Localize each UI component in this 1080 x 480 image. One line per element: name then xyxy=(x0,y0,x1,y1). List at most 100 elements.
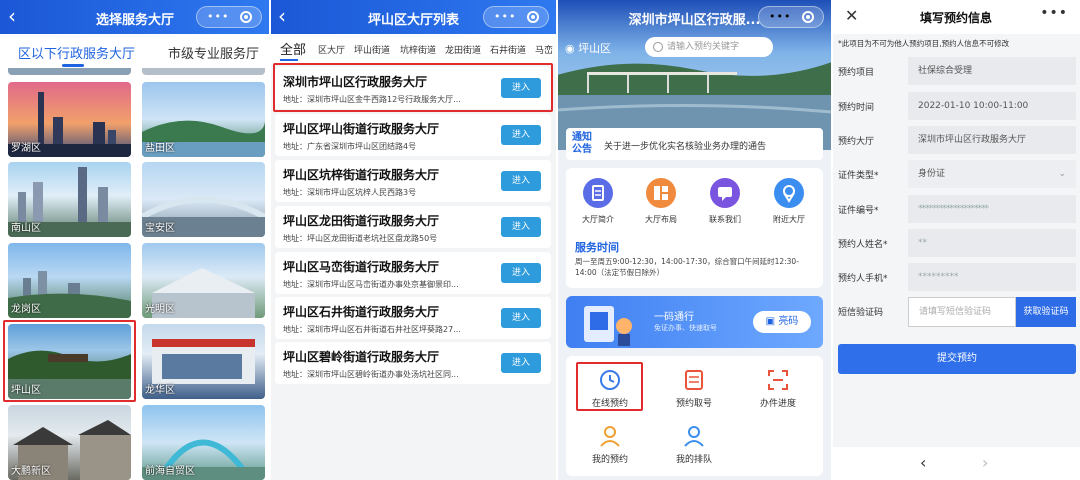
show-code-label: 亮码 xyxy=(778,316,799,327)
close-target-icon[interactable] xyxy=(527,11,539,23)
district-label: 大鹏新区 xyxy=(11,466,51,477)
quick-item-layout[interactable]: 大厅布局 xyxy=(636,178,686,225)
grid-item-label: 预约取号 xyxy=(675,399,712,409)
sms-code-input[interactable]: 请填写短信验证码 xyxy=(908,297,1016,327)
district-card-partial xyxy=(8,68,131,75)
people-icon xyxy=(654,424,734,448)
district-card-dapeng[interactable]: 大鹏新区 xyxy=(8,405,131,480)
close-target-icon[interactable] xyxy=(240,11,252,23)
search-input[interactable]: 请输入预约关键字 xyxy=(645,37,773,57)
highlight-selection-box xyxy=(273,63,553,112)
hall-address: 地址：深圳市坪山区坑梓人民西路3号 xyxy=(283,188,417,197)
field-label: 预约人姓名* xyxy=(838,240,888,250)
location-selector[interactable]: ◉ 坪山区 xyxy=(565,40,611,56)
enter-button[interactable]: 进入 xyxy=(501,308,541,328)
hall-list-item[interactable]: 坪山区坪山街道行政服务大厅 地址：广东省深圳市坪山区团结路4号 进入 xyxy=(275,114,551,156)
enter-button[interactable]: 进入 xyxy=(501,171,541,191)
field-phone: 预约人手机* ********* xyxy=(838,263,1078,291)
tab-city-halls[interactable]: 市级专业服务厅 xyxy=(168,43,259,62)
hall-address: 地址：深圳市坪山区石井街道石井社区坪葵路27... xyxy=(283,325,461,334)
hall-list-item[interactable]: 坪山区坑梓街道行政服务大厅 地址：深圳市坪山区坑梓人民西路3号 进入 xyxy=(275,160,551,202)
hall-address: 地址：深圳市坪山区碧岭街道办事处汤坑社区同... xyxy=(283,370,459,379)
bottom-nav: ‹ › xyxy=(832,447,1080,480)
show-code-button[interactable]: ▣ 亮码 xyxy=(753,311,811,333)
qr-code-icon: ▣ xyxy=(765,316,776,327)
grid-item-my-queue[interactable]: 我的排队 xyxy=(654,424,734,465)
hall-list-item[interactable]: 坪山区碧岭街道行政服务大厅 地址：深圳市坪山区碧岭街道办事处汤坑社区同... 进… xyxy=(275,342,551,384)
hall-name: 坪山区马峦街道行政服务大厅 xyxy=(283,260,440,274)
more-dots-icon[interactable]: ••• xyxy=(207,10,229,23)
street-filter-tabs: 全部 区大厅 坪山街道 坑梓街道 龙田街道 石井街道 马峦 xyxy=(270,34,557,64)
service-time-text: 周一至周五9:00-12:30，14:00-17:30，综合窗口午间延时12:3… xyxy=(575,257,799,277)
district-card-yantian[interactable]: 盐田区 xyxy=(142,82,265,157)
location-pin-icon xyxy=(774,178,804,208)
notice-bar[interactable]: 通知公告 关于进一步优化实名核验业务办理的通告 xyxy=(566,128,823,160)
more-dots-icon[interactable]: ••• xyxy=(1040,5,1068,21)
field-id-type[interactable]: 证件类型* 身份证 ⌄ xyxy=(838,160,1078,188)
chevron-right-icon[interactable]: › xyxy=(982,453,988,472)
tab-all[interactable]: 全部 xyxy=(280,39,306,58)
field-value: 深圳市坪山区行政服务大厅 xyxy=(908,126,1076,154)
document-icon xyxy=(583,178,613,208)
sms-code-label: 短信验证码 xyxy=(838,308,884,318)
tab-district-halls[interactable]: 区以下行政服务大厅 xyxy=(18,43,135,62)
tab-maluan-street[interactable]: 马峦 xyxy=(535,43,553,56)
chevron-left-icon[interactable]: ‹ xyxy=(920,453,926,472)
district-card-luohu[interactable]: 罗湖区 xyxy=(8,82,131,157)
quick-item-nearby[interactable]: 附近大厅 xyxy=(764,178,814,225)
grid-item-booking-ticket[interactable]: 预约取号 xyxy=(654,368,734,409)
tab-kengzi-street[interactable]: 坑梓街道 xyxy=(400,43,436,56)
notice-text[interactable]: 关于进一步优化实名核验业务办理的通告 xyxy=(604,139,766,152)
service-time-title: 服务时间 xyxy=(575,241,619,254)
hall-list-item[interactable]: 坪山区龙田街道行政服务大厅 地址：坪山区龙田街道老坑社区盘龙路50号 进入 xyxy=(275,206,551,248)
hall-list-item[interactable]: 坪山区马峦街道行政服务大厅 地址：深圳市坪山区马峦街道办事处京基御景印... 进… xyxy=(275,252,551,294)
hall-address: 地址：深圳市坪山区马峦街道办事处京基御景印... xyxy=(283,280,459,289)
mini-program-capsule[interactable]: ••• xyxy=(196,6,262,28)
district-card-longhua[interactable]: 龙华区 xyxy=(142,324,265,399)
district-label: 前海自贸区 xyxy=(145,466,195,477)
mini-program-capsule[interactable]: ••• xyxy=(483,6,549,28)
tab-pingshan-street[interactable]: 坪山街道 xyxy=(354,43,390,56)
district-label: 龙华区 xyxy=(145,385,175,396)
quick-item-contact[interactable]: 联系我们 xyxy=(700,178,750,225)
quick-item-intro[interactable]: 大厅简介 xyxy=(573,178,623,225)
submit-booking-button[interactable]: 提交预约 xyxy=(838,344,1076,374)
tab-district-hall[interactable]: 区大厅 xyxy=(318,43,345,56)
enter-button[interactable]: 进入 xyxy=(501,217,541,237)
tab-longtian-street[interactable]: 龙田街道 xyxy=(445,43,481,56)
hall-name: 坪山区龙田街道行政服务大厅 xyxy=(283,214,440,228)
field-label: 预约大厅 xyxy=(838,137,875,147)
one-code-banner[interactable]: 一码通行 免证办事、快速取号 ▣ 亮码 xyxy=(566,296,823,348)
enter-button[interactable]: 进入 xyxy=(501,125,541,145)
district-card-guangming[interactable]: 光明区 xyxy=(142,243,265,318)
district-card-nanshan[interactable]: 南山区 xyxy=(8,162,131,237)
hall-name: 坪山区坪山街道行政服务大厅 xyxy=(283,122,440,136)
header-bar: ✕ 填写预约信息 ••• xyxy=(832,0,1080,34)
header-bar: ‹ 选择服务大厅 ••• xyxy=(0,0,270,34)
grid-item-my-booking[interactable]: 我的预约 xyxy=(570,424,650,465)
grid-item-progress[interactable]: 办件进度 xyxy=(738,368,818,409)
get-code-button[interactable]: 获取验证码 xyxy=(1016,297,1076,327)
panel-select-hall: ‹ 选择服务大厅 ••• 区以下行政服务大厅 市级专业服务厅 罗湖区 盐田区 南… xyxy=(0,0,270,480)
banner-title: 一码通行 xyxy=(654,312,694,323)
district-label: 南山区 xyxy=(11,223,41,234)
close-target-icon[interactable] xyxy=(802,11,814,23)
more-dots-icon[interactable]: ••• xyxy=(494,10,516,23)
mini-program-capsule[interactable]: ••• xyxy=(758,6,824,28)
district-card-baoan[interactable]: 宝安区 xyxy=(142,162,265,237)
illustration-icon xyxy=(584,306,632,346)
enter-button[interactable]: 进入 xyxy=(501,353,541,373)
district-label: 盐田区 xyxy=(145,143,175,154)
district-card-longgang[interactable]: 龙岗区 xyxy=(8,243,131,318)
enter-button[interactable]: 进入 xyxy=(501,263,541,283)
district-card-qianhai[interactable]: 前海自贸区 xyxy=(142,405,265,480)
tab-shijing-street[interactable]: 石井街道 xyxy=(490,43,526,56)
header-bar: ‹ 坪山区大厅列表 ••• xyxy=(270,0,557,34)
location-pin-icon: ◉ xyxy=(565,42,575,55)
hall-list-item[interactable]: 坪山区石井街道行政服务大厅 地址：深圳市坪山区石井街道石井社区坪葵路27... … xyxy=(275,297,551,339)
field-label: 证件编号* xyxy=(838,206,879,216)
sms-code-placeholder: 请填写短信验证码 xyxy=(919,307,992,317)
more-dots-icon[interactable]: ••• xyxy=(769,10,791,23)
id-type-select[interactable]: 身份证 ⌄ xyxy=(908,160,1076,188)
grid-item-label: 办件进度 xyxy=(759,399,796,409)
